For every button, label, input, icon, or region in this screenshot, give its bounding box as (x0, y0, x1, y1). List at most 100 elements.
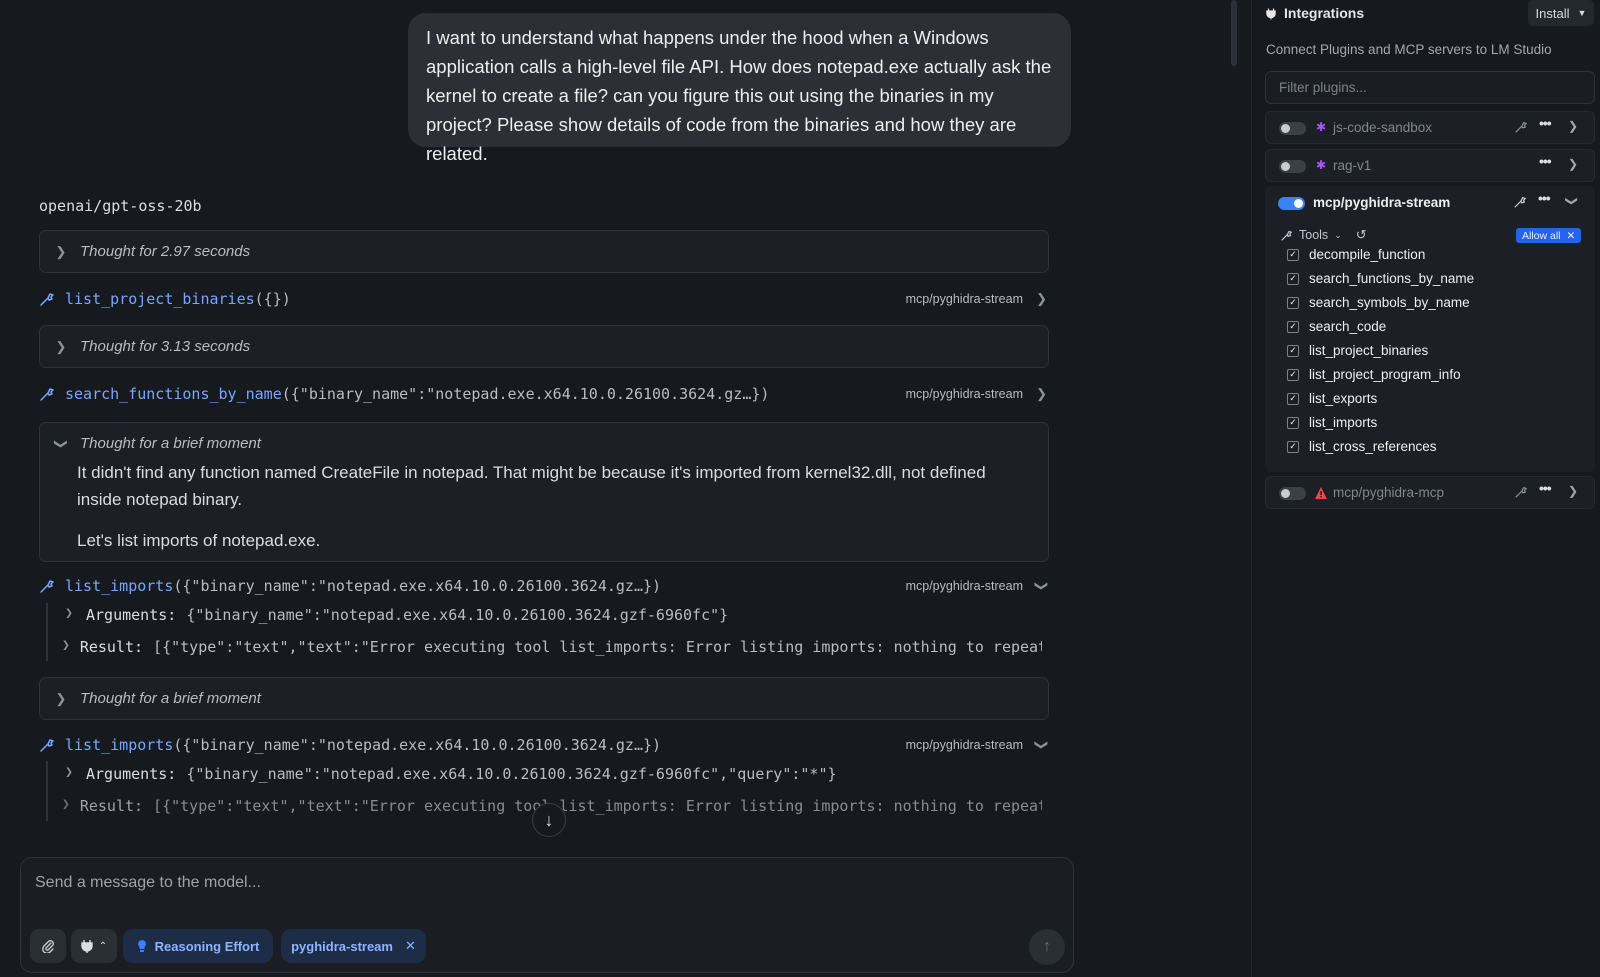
paperclip-icon (42, 940, 54, 953)
reasoning-effort-button[interactable]: Reasoning Effort (123, 929, 273, 963)
checkbox-checked-icon[interactable]: ✓ (1287, 440, 1299, 453)
tool-result-row[interactable]: ❯ Result: [{"type":"text","text":"Error … (62, 638, 1042, 656)
more-options-icon[interactable]: ••• (1539, 115, 1552, 131)
plugin-row-pyghidra-mcp[interactable]: mcp/pyghidra-mcp ••• ❯ (1265, 476, 1595, 509)
close-icon[interactable]: ✕ (405, 938, 416, 954)
tool-checkbox-item[interactable]: ✓ list_project_program_info (1287, 367, 1461, 382)
thought-block-expanded[interactable]: ❯ Thought for a brief moment It didn't f… (39, 422, 1049, 562)
tool-name: list_project_binaries (1309, 343, 1429, 358)
plug-icon (81, 940, 93, 953)
tool-call-row[interactable]: search_functions_by_name({"binary_name":… (39, 383, 1049, 407)
thought-block-collapsed[interactable]: ❯ Thought for 2.97 seconds (39, 230, 1049, 273)
checkbox-checked-icon[interactable]: ✓ (1287, 368, 1299, 381)
chevron-right-icon: ❯ (65, 765, 73, 780)
chat-scrollbar[interactable] (1231, 0, 1237, 66)
wrench-icon[interactable] (1514, 485, 1528, 499)
plugin-pill-label: pyghidra-stream (291, 938, 393, 954)
filter-plugins-input[interactable]: Filter plugins... (1265, 71, 1595, 104)
tool-checkbox-item[interactable]: ✓ search_symbols_by_name (1287, 295, 1470, 310)
checkbox-checked-icon[interactable]: ✓ (1287, 416, 1299, 429)
chevron-right-icon: ❯ (55, 338, 67, 354)
allow-all-button[interactable]: Allow all ✕ (1516, 228, 1582, 243)
more-options-icon[interactable]: ••• (1538, 190, 1551, 206)
model-name-label: openai/gpt-oss-20b (39, 197, 202, 215)
chevron-down-icon[interactable]: ❯ (1034, 740, 1050, 751)
tool-function-args: ({}) (254, 290, 291, 308)
plugin-row-js-code-sandbox[interactable]: ✱ js-code-sandbox ••• ❯ (1265, 111, 1595, 144)
tool-function-name: list_imports (65, 736, 174, 754)
thought-text: Let's list imports of notepad.exe. (77, 531, 321, 550)
tool-source-label: mcp/pyghidra-stream (905, 579, 1023, 593)
chevron-down-icon[interactable]: ❯ (1034, 581, 1050, 592)
thought-label: Thought for a brief moment (80, 435, 261, 452)
lightbulb-icon (137, 940, 146, 952)
thought-label: Thought for 3.13 seconds (80, 338, 251, 355)
tool-checkbox-item[interactable]: ✓ search_code (1287, 319, 1386, 334)
wrench-icon (40, 739, 54, 752)
checkbox-checked-icon[interactable]: ✓ (1287, 272, 1299, 285)
refresh-icon[interactable]: ↺ (1356, 227, 1367, 243)
install-button[interactable]: Install ▼ (1528, 0, 1594, 26)
tool-arguments-row[interactable]: ❯ Arguments: {"binary_name":"notepad.exe… (62, 765, 1042, 783)
thought-block-collapsed[interactable]: ❯ Thought for a brief moment (39, 677, 1049, 720)
message-input[interactable]: Send a message to the model... (35, 874, 261, 892)
send-button[interactable]: ↑ (1029, 929, 1065, 965)
chevron-right-icon: ❯ (62, 797, 70, 812)
chevron-down-icon: ❯ (54, 438, 69, 449)
tools-dropdown[interactable]: Tools ⌄ ↺ (1280, 227, 1367, 243)
thought-label: Thought for 2.97 seconds (80, 243, 251, 260)
attach-button[interactable] (30, 929, 66, 963)
wrench-icon (40, 293, 54, 306)
scroll-to-bottom-button[interactable]: ↓ (532, 803, 566, 837)
tool-call-row[interactable]: list_imports({"binary_name":"notepad.exe… (39, 734, 1050, 758)
tool-checkbox-item[interactable]: ✓ decompile_function (1287, 247, 1425, 262)
wrench-icon (40, 388, 54, 401)
checkbox-checked-icon[interactable]: ✓ (1287, 296, 1299, 309)
close-icon[interactable]: ✕ (1567, 230, 1576, 242)
tool-checkbox-item[interactable]: ✓ list_project_binaries (1287, 343, 1428, 358)
thought-block-collapsed[interactable]: ❯ Thought for 3.13 seconds (39, 325, 1049, 368)
tool-source-label: mcp/pyghidra-stream (905, 387, 1023, 401)
wrench-icon[interactable] (1514, 120, 1528, 134)
chevron-right-icon[interactable]: ❯ (1036, 291, 1047, 307)
tool-name: search_code (1309, 319, 1387, 334)
plugin-row-rag-v1[interactable]: ✱ rag-v1 ••• ❯ (1265, 149, 1595, 182)
plugin-toggle[interactable] (1279, 160, 1306, 173)
plugin-row-pyghidra-stream[interactable]: mcp/pyghidra-stream ••• ❯ Tools ⌄ ↺ Allo… (1265, 186, 1595, 472)
plugin-toggle[interactable] (1279, 122, 1306, 135)
allow-all-label: Allow all (1522, 229, 1561, 242)
chevron-right-icon: ❯ (55, 690, 67, 706)
arguments-label: Arguments: (86, 765, 177, 783)
chevron-right-icon[interactable]: ❯ (1568, 484, 1578, 498)
tool-call-row[interactable]: list_imports({"binary_name":"notepad.exe… (39, 575, 1050, 599)
tool-checkbox-item[interactable]: ✓ list_cross_references (1287, 439, 1437, 454)
checkbox-checked-icon[interactable]: ✓ (1287, 344, 1299, 357)
integrations-button[interactable]: ⌃ (71, 929, 117, 963)
chevron-right-icon[interactable]: ❯ (1568, 157, 1578, 171)
chevron-right-icon[interactable]: ❯ (1036, 386, 1047, 402)
wrench-icon[interactable] (1513, 195, 1527, 209)
plugin-toggle[interactable] (1278, 197, 1305, 210)
checkbox-checked-icon[interactable]: ✓ (1287, 320, 1299, 333)
more-options-icon[interactable]: ••• (1539, 480, 1552, 496)
chevron-down-icon[interactable]: ❯ (1565, 196, 1579, 206)
chevron-right-icon[interactable]: ❯ (1568, 119, 1578, 133)
result-label: Result: (79, 797, 144, 815)
tool-arguments-row[interactable]: ❯ Arguments: {"binary_name":"notepad.exe… (62, 606, 1042, 624)
tool-checkbox-item[interactable]: ✓ list_imports (1287, 415, 1377, 430)
tool-call-row[interactable]: list_project_binaries({}) mcp/pyghidra-s… (39, 288, 1049, 312)
checkbox-checked-icon[interactable]: ✓ (1287, 248, 1299, 261)
integrations-panel: Integrations Install ▼ Connect Plugins a… (1251, 0, 1600, 977)
tool-checkbox-item[interactable]: ✓ list_exports (1287, 391, 1377, 406)
plugin-bug-icon: ✱ (1315, 158, 1327, 172)
message-composer[interactable]: Send a message to the model... ⌃ Reasoni… (20, 857, 1074, 973)
checkbox-checked-icon[interactable]: ✓ (1287, 392, 1299, 405)
tool-name: search_functions_by_name (1309, 271, 1475, 286)
tool-checkbox-item[interactable]: ✓ search_functions_by_name (1287, 271, 1474, 286)
tool-name: list_exports (1309, 391, 1378, 406)
active-plugin-pill[interactable]: pyghidra-stream ✕ (281, 929, 426, 963)
chat-area: I want to understand what happens under … (0, 0, 1230, 977)
plugin-toggle[interactable] (1279, 487, 1306, 500)
more-options-icon[interactable]: ••• (1539, 153, 1552, 169)
tool-function-args: ({"binary_name":"notepad.exe.x64.10.0.26… (173, 736, 662, 754)
